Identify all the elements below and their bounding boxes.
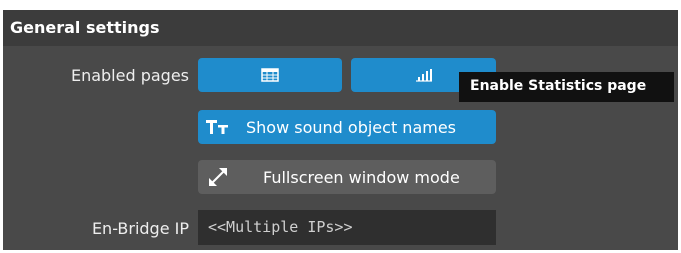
- expand-diagonal-icon: [204, 160, 232, 194]
- statistics-tooltip: Enable Statistics page: [459, 72, 674, 102]
- en-bridge-ip-field[interactable]: <<Multiple IPs>>: [198, 210, 496, 245]
- text-size-icon: [204, 110, 230, 144]
- section-header: General settings: [3, 10, 678, 46]
- fullscreen-window-mode-button[interactable]: Fullscreen window mode: [198, 160, 496, 194]
- fullscreen-window-mode-label: Fullscreen window mode: [263, 168, 460, 187]
- show-sound-object-names-label: Show sound object names: [246, 118, 457, 137]
- table-icon: [198, 58, 342, 92]
- show-sound-object-names-button[interactable]: Show sound object names: [198, 110, 496, 144]
- en-bridge-ip-label: En-Bridge IP: [91, 219, 189, 238]
- section-title: General settings: [10, 18, 160, 37]
- general-settings-panel: General settings Enabled pages Show soun…: [3, 10, 678, 250]
- enabled-page-table-button[interactable]: [198, 58, 342, 92]
- enabled-pages-label: Enabled pages: [70, 66, 189, 85]
